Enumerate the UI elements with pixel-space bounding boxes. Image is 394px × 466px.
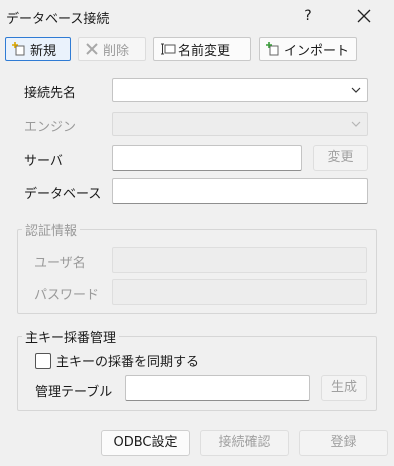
auth-group-title: 認証情報 <box>22 220 81 239</box>
title-bar: データベース接続 ? <box>0 0 394 33</box>
register-button[interactable]: 登録 <box>299 430 388 456</box>
generate-button[interactable]: 生成 <box>321 375 367 401</box>
delete-icon <box>85 42 99 56</box>
table-label: 管理テーブル <box>35 385 113 400</box>
connection-name-label: 接続先名 <box>24 86 77 101</box>
user-input[interactable] <box>112 247 367 273</box>
database-input[interactable] <box>112 178 368 204</box>
close-icon <box>357 9 371 23</box>
rename-label: 名前変更 <box>178 43 231 59</box>
delete-button[interactable]: 削除 <box>78 37 146 61</box>
sync-checkbox-label: 主キーの採番を同期する <box>56 355 200 370</box>
chevron-down-icon <box>351 87 361 93</box>
help-button[interactable]: ? <box>296 2 320 30</box>
user-label: ユーザ名 <box>34 256 86 271</box>
odbc-settings-button[interactable]: ODBC設定 <box>101 430 190 456</box>
server-label: サーバ <box>24 154 63 169</box>
import-icon <box>266 42 280 56</box>
new-label: 新規 <box>30 43 57 59</box>
new-button[interactable]: 新規 <box>5 37 71 61</box>
engine-select[interactable] <box>112 112 368 136</box>
pk-group-title: 主キー採番管理 <box>22 327 120 346</box>
delete-label: 削除 <box>103 43 130 59</box>
sync-checkbox-row[interactable]: 主キーの採番を同期する <box>35 351 199 370</box>
rename-icon <box>160 42 176 56</box>
new-icon <box>12 42 26 56</box>
import-button[interactable]: インポート <box>259 37 357 61</box>
server-input[interactable] <box>112 145 302 171</box>
close-button[interactable] <box>344 2 384 30</box>
password-input[interactable] <box>112 279 367 305</box>
rename-button[interactable]: 名前変更 <box>153 37 251 61</box>
password-label: パスワード <box>34 288 100 303</box>
table-input[interactable] <box>125 375 310 401</box>
database-label: データベース <box>24 187 102 202</box>
sync-checkbox[interactable] <box>35 352 51 369</box>
connection-name-select[interactable] <box>112 78 368 102</box>
chevron-down-icon <box>351 121 361 127</box>
connection-test-button[interactable]: 接続確認 <box>200 430 289 456</box>
import-label: インポート <box>284 43 350 59</box>
change-button[interactable]: 変更 <box>313 145 368 171</box>
window-title: データベース接続 <box>6 12 110 27</box>
engine-label: エンジン <box>24 120 77 135</box>
